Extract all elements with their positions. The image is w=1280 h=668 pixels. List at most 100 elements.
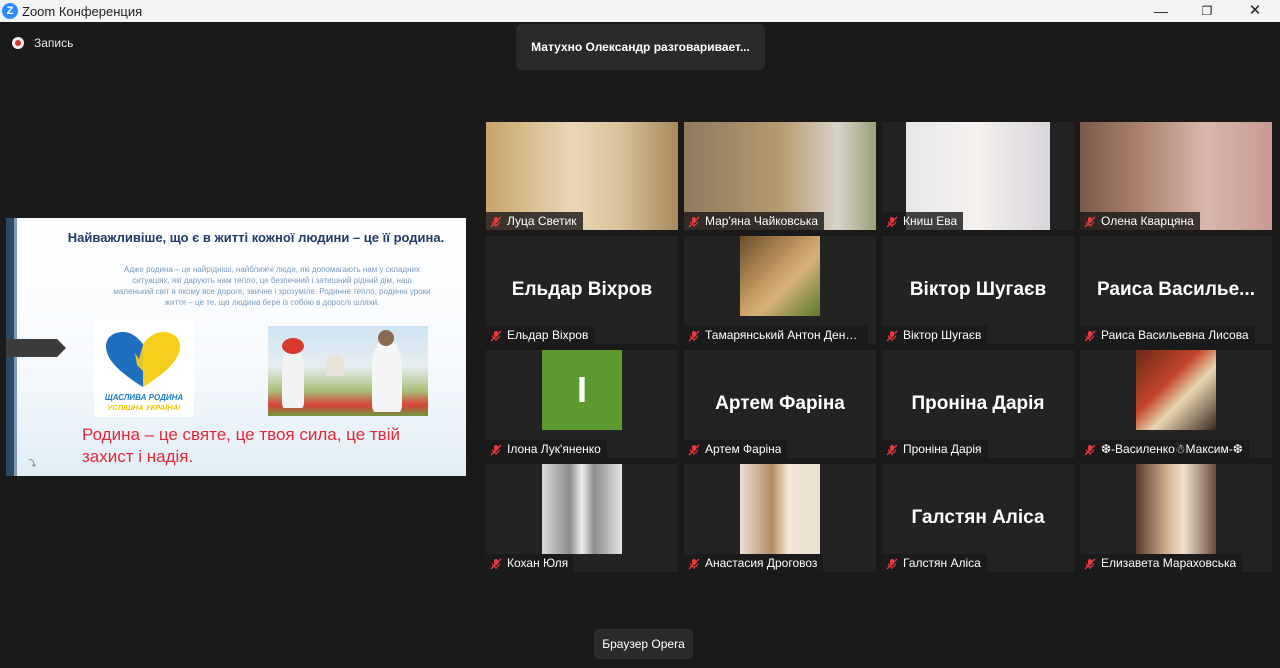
participant-tile[interactable]: Віктор Шугаєв Віктор Шугаєв — [882, 236, 1074, 344]
mic-muted-icon — [886, 443, 898, 456]
participant-name: Проніна Дарія — [903, 442, 982, 456]
participant-label: Олена Кварцяна — [1080, 212, 1200, 230]
slide-logo-text-2: УСПІШНА УКРАЇНА! — [107, 403, 181, 412]
window-title: Zoom Конференция — [22, 4, 143, 19]
participant-label: Елизавета Мараховська — [1080, 554, 1243, 572]
mic-muted-icon — [1084, 443, 1096, 456]
participant-label: Мар'яна Чайковська — [684, 212, 825, 230]
participant-name: Олена Кварцяна — [1101, 214, 1194, 228]
participant-tile[interactable]: Книш Ева — [882, 122, 1074, 230]
participant-label: Книш Ева — [882, 212, 964, 230]
participant-name: ❆-Василенко☃Максим-❆ — [1101, 442, 1243, 456]
participant-name: Ілона Лук'яненко — [507, 442, 601, 456]
mic-muted-icon — [1084, 557, 1096, 570]
slide-family-photo — [268, 326, 428, 416]
participant-video — [740, 236, 820, 316]
participant-tile[interactable]: Артем Фаріна Артем Фаріна — [684, 350, 876, 458]
mic-muted-icon — [688, 557, 700, 570]
participant-video — [542, 464, 622, 554]
participant-tile[interactable]: ❆-Василенко☃Максим-❆ — [1080, 350, 1272, 458]
participant-tile[interactable]: Луца Светик — [486, 122, 678, 230]
participant-tile[interactable]: Тамарянський Антон Дени... — [684, 236, 876, 344]
participant-name: Мар'яна Чайковська — [705, 214, 819, 228]
slide-logo-image: ЩАСЛИВА РОДИНА УСПІШНА УКРАЇНА! — [94, 319, 194, 417]
shared-screen-slide: Найважливіше, що є в житті кожної людини… — [6, 218, 466, 476]
photo-figure-wreath — [282, 338, 304, 354]
mic-muted-icon — [886, 215, 898, 228]
participant-name: Артем Фаріна — [705, 442, 782, 456]
mic-muted-icon — [688, 215, 700, 228]
mic-muted-icon — [688, 329, 700, 342]
taskbar-tooltip: Браузер Opera — [594, 629, 693, 659]
participant-name: Віктор Шугаєв — [903, 328, 982, 342]
slide-title: Найважливіше, що є в житті кожної людини… — [67, 230, 445, 245]
participant-video — [1136, 464, 1216, 554]
participant-label: Анастасия Дроговоз — [684, 554, 824, 572]
participant-name: Тамарянський Антон Дени... — [705, 328, 862, 342]
participant-display-name: Раиса Василье... — [1096, 279, 1255, 300]
photo-figure — [282, 348, 304, 408]
mic-muted-icon — [688, 443, 700, 456]
participant-name: Елизавета Мараховська — [1101, 556, 1237, 570]
participant-tile[interactable]: Галстян Аліса Галстян Аліса — [882, 464, 1074, 572]
participant-tile[interactable]: Кохан Юля — [486, 464, 678, 572]
participant-tile[interactable]: І Ілона Лук'яненко — [486, 350, 678, 458]
mic-muted-icon — [490, 329, 502, 342]
participant-label: Луца Светик — [486, 212, 583, 230]
slide-body-text: Адже родина – це найрідніші, найближчі л… — [113, 265, 431, 307]
mic-muted-icon — [490, 557, 502, 570]
participant-avatar: І — [542, 350, 622, 430]
heart-emblem-icon — [106, 332, 180, 387]
maximize-icon[interactable]: ❐ — [1184, 0, 1230, 22]
participant-name: Анастасия Дроговоз — [705, 556, 818, 570]
participant-label: Артем Фаріна — [684, 440, 788, 458]
participant-label: ❆-Василенко☃Максим-❆ — [1080, 440, 1249, 458]
mic-muted-icon — [886, 329, 898, 342]
participant-name: Раиса Васильевна Лисова — [1101, 328, 1249, 342]
participant-display-name: Віктор Шугаєв — [909, 279, 1047, 300]
participant-name: Ельдар Віхров — [507, 328, 589, 342]
photo-figure — [372, 340, 402, 412]
participant-label: Раиса Васильевна Лисова — [1080, 326, 1255, 344]
mic-muted-icon — [490, 443, 502, 456]
slide-caption: Родина – це святе, це твоя сила, це твій… — [82, 425, 400, 466]
participant-video — [1136, 350, 1216, 430]
participant-tile[interactable]: Ельдар Віхров Ельдар Віхров — [486, 236, 678, 344]
participant-tile[interactable]: Проніна Дарія Проніна Дарія — [882, 350, 1074, 458]
participant-tile[interactable]: Анастасия Дроговоз — [684, 464, 876, 572]
participant-label: Віктор Шугаєв — [882, 326, 988, 344]
participant-name: Кохан Юля — [507, 556, 569, 570]
slide-arrow-shape — [6, 339, 66, 357]
mic-muted-icon — [886, 557, 898, 570]
mic-muted-icon — [490, 215, 502, 228]
participant-video — [740, 464, 820, 554]
participant-tile[interactable]: Олена Кварцяна — [1080, 122, 1272, 230]
participant-label: Тамарянський Антон Дени... — [684, 326, 868, 344]
slide-logo-text-1: ЩАСЛИВА РОДИНА — [104, 393, 184, 402]
mic-muted-icon — [1084, 329, 1096, 342]
close-icon[interactable]: ✕ — [1232, 0, 1278, 22]
participant-name: Галстян Аліса — [903, 556, 981, 570]
participant-display-name: Артем Фаріна — [715, 393, 845, 414]
minimize-icon[interactable]: — — [1138, 0, 1184, 22]
photo-figure-head — [378, 330, 394, 346]
participant-name: Книш Ева — [903, 214, 958, 228]
slide-corner-mark: ⤵ — [28, 459, 36, 468]
participant-label: Ельдар Віхров — [486, 326, 595, 344]
participant-label: Галстян Аліса — [882, 554, 987, 572]
participant-tile[interactable]: Мар'яна Чайковська — [684, 122, 876, 230]
participant-name: Луца Светик — [507, 214, 577, 228]
participant-label: Кохан Юля — [486, 554, 575, 572]
mic-muted-icon — [1084, 215, 1096, 228]
recording-label: Запись — [34, 36, 74, 50]
participant-tile[interactable]: Раиса Василье... Раиса Васильевна Лисова — [1080, 236, 1272, 344]
participant-label: Проніна Дарія — [882, 440, 988, 458]
zoom-logo-icon: Z — [2, 3, 18, 19]
participant-display-name: Ельдар Віхров — [511, 279, 653, 300]
title-bar: Z Zoom Конференция — ❐ ✕ — [0, 0, 1280, 22]
participant-tile[interactable]: Елизавета Мараховська — [1080, 464, 1272, 572]
photo-figure — [326, 354, 344, 376]
participant-display-name: Галстян Аліса — [911, 507, 1045, 528]
active-speaker-banner: Матухно Олександр разговаривает... — [516, 24, 765, 70]
record-icon — [12, 37, 24, 49]
